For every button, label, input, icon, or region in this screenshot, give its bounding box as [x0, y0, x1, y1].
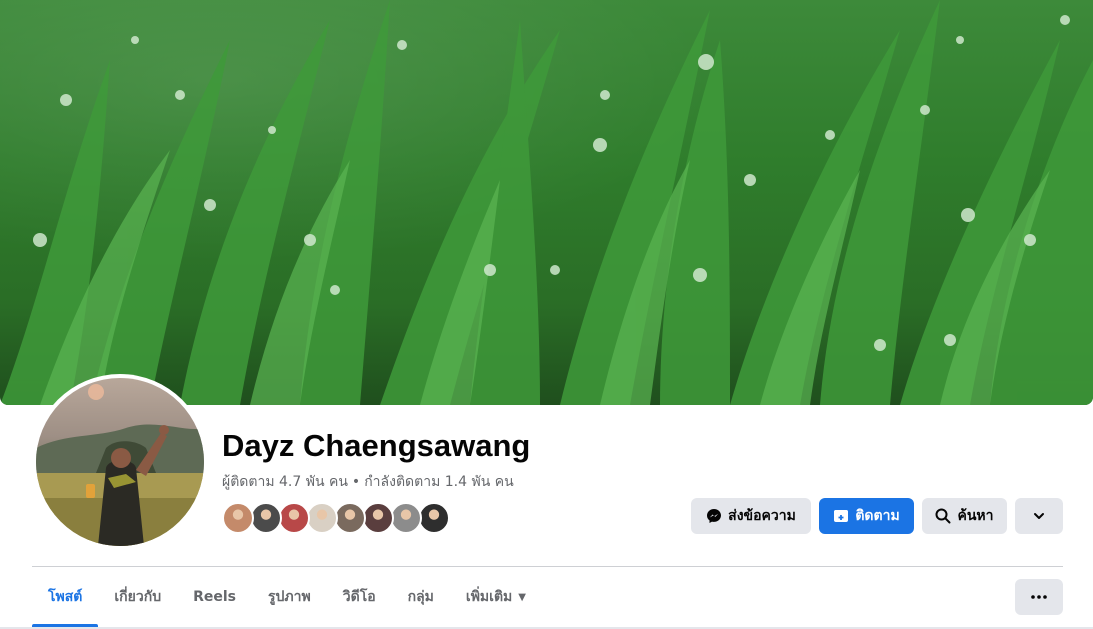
search-icon	[935, 508, 951, 524]
tab-groups[interactable]: กลุ่ม	[392, 567, 450, 627]
more-options-button[interactable]	[1015, 579, 1063, 615]
dropdown-button[interactable]	[1015, 498, 1063, 534]
more-dots-icon	[1031, 595, 1047, 599]
friend-avatar[interactable]	[362, 502, 394, 534]
tab-label: วิดีโอ	[342, 589, 376, 605]
message-button[interactable]: ส่งข้อความ	[691, 498, 811, 534]
follower-counts: ผู้ติดตาม 4.7 พัน คน • กำลังติดตาม 1.4 พัน…	[222, 471, 514, 493]
tab-about[interactable]: เกี่ยวกับ	[98, 567, 177, 627]
tab-photos[interactable]: รูปภาพ	[252, 567, 327, 627]
messenger-icon	[707, 509, 722, 523]
grass-illustration	[0, 0, 1093, 405]
friend-avatar[interactable]	[250, 502, 282, 534]
profile-name: Dayz Chaengsawang	[222, 428, 531, 463]
friend-avatar[interactable]	[418, 502, 450, 534]
profile-avatar[interactable]	[32, 374, 208, 550]
friend-avatars	[222, 502, 450, 534]
following-link[interactable]: กำลังติดตาม 1.4 พัน คน	[364, 474, 513, 490]
tab-more[interactable]: เพิ่มเติม ▼	[450, 567, 542, 627]
friend-avatar[interactable]	[222, 502, 254, 534]
followers-link[interactable]: ผู้ติดตาม 4.7 พัน คน	[222, 474, 348, 490]
follow-icon	[834, 510, 849, 522]
search-button[interactable]: ค้นหา	[922, 498, 1007, 534]
tab-videos[interactable]: วิดีโอ	[327, 567, 392, 627]
tab-label: Reels	[193, 589, 236, 605]
tab-label: กลุ่ม	[407, 589, 434, 605]
chevron-down-icon	[1034, 513, 1044, 519]
friend-avatar[interactable]	[334, 502, 366, 534]
friend-avatar[interactable]	[390, 502, 422, 534]
friend-avatar[interactable]	[306, 502, 338, 534]
tab-label: เพิ่มเติม	[465, 589, 513, 605]
follow-button[interactable]: ติดตาม	[819, 498, 914, 534]
message-button-label: ส่งข้อความ	[728, 508, 796, 524]
profile-tabs: โพสต์ เกี่ยวกับ Reels รูปภาพ วิดีโอ กลุ่…	[32, 567, 542, 627]
profile-actions: ส่งข้อความ ติดตาม ค้นหา	[691, 498, 1063, 534]
tab-label: รูปภาพ	[268, 589, 311, 605]
tab-label: โพสต์	[48, 589, 83, 605]
tab-label: เกี่ยวกับ	[114, 589, 162, 605]
caret-down-icon: ▼	[518, 591, 526, 603]
separator-dot: •	[351, 474, 361, 490]
cover-photo[interactable]	[0, 0, 1093, 405]
avatar	[36, 378, 204, 546]
follow-button-label: ติดตาม	[855, 508, 900, 524]
friend-avatar[interactable]	[278, 502, 310, 534]
tab-reels[interactable]: Reels	[177, 567, 252, 627]
search-button-label: ค้นหา	[957, 508, 994, 524]
tab-posts[interactable]: โพสต์	[32, 567, 99, 627]
